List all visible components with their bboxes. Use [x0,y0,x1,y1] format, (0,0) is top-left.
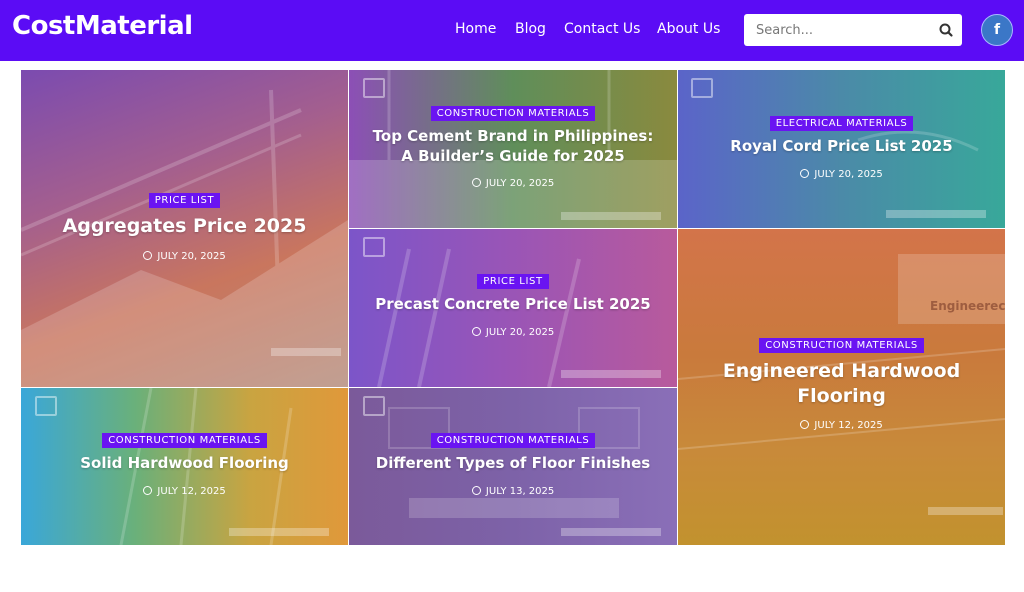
post-card-aggregates[interactable]: PRICE LIST Aggregates Price 2025 JULY 20… [21,70,348,387]
clock-icon [800,420,810,430]
facebook-icon[interactable]: f [981,14,1013,46]
post-date-text: JULY 20, 2025 [485,326,555,338]
post-date: JULY 20, 2025 [678,168,1005,180]
post-date: JULY 20, 2025 [349,178,677,189]
post-date: JULY 20, 2025 [21,250,348,262]
site-header: CostMaterial Home Blog Contact Us About … [0,0,1024,61]
post-card-engineered-hardwood[interactable]: Engineerec CONSTRUCTION MATERIALS Engine… [678,229,1005,545]
nav-about-us[interactable]: About Us [657,21,720,37]
search-icon[interactable] [936,20,956,40]
watermark [561,528,661,536]
post-title[interactable]: Different Types of Floor Finishes [363,454,663,474]
clock-icon [143,250,153,260]
post-card-floor-finishes[interactable]: CONSTRUCTION MATERIALS Different Types o… [349,388,677,545]
post-card-royal-cord[interactable]: ELECTRICAL MATERIALS Royal Cord Price Li… [678,70,1005,228]
post-date: JULY 12, 2025 [21,485,348,497]
post-title[interactable]: Aggregates Price 2025 [35,214,335,239]
post-date-text: JULY 20, 2025 [157,250,226,262]
post-date-text: JULY 12, 2025 [157,485,226,497]
watermark [229,528,329,536]
category-badge[interactable]: PRICE LIST [477,274,549,289]
category-badge[interactable]: CONSTRUCTION MATERIALS [430,433,596,448]
clock-icon [800,168,810,178]
post-card-solid-hardwood[interactable]: CONSTRUCTION MATERIALS Solid Hardwood Fl… [21,388,348,545]
post-title[interactable]: Engineered Hardwood Flooring [722,359,962,408]
post-title[interactable]: Top Cement Brand in Philippines: A Build… [368,127,658,166]
category-badge[interactable]: ELECTRICAL MATERIALS [769,116,914,131]
clock-icon [143,485,153,495]
site-logo[interactable]: CostMaterial [12,11,193,41]
watermark-logo [691,78,713,98]
watermark-logo [363,396,385,416]
post-card-cement[interactable]: CONSTRUCTION MATERIALS Top Cement Brand … [349,70,677,228]
clock-icon [471,485,481,495]
clock-icon [471,178,481,187]
search-box [744,14,962,46]
post-title[interactable]: Solid Hardwood Flooring [35,454,335,474]
watermark [928,507,1003,515]
post-date-text: JULY 20, 2025 [814,168,883,180]
watermark [561,370,661,378]
nav-blog[interactable]: Blog [515,21,546,37]
post-card-precast[interactable]: PRICE LIST Precast Concrete Price List 2… [349,229,677,387]
watermark [561,212,661,220]
search-input[interactable] [744,14,934,46]
post-title[interactable]: Precast Concrete Price List 2025 [363,295,663,315]
category-badge[interactable]: CONSTRUCTION MATERIALS [430,106,596,121]
category-badge[interactable]: PRICE LIST [148,193,221,208]
nav-home[interactable]: Home [455,21,496,37]
watermark [271,348,341,356]
watermark [886,210,986,218]
post-date-text: JULY 12, 2025 [814,420,883,432]
watermark-text: Engineerec [930,299,1005,313]
post-date: JULY 13, 2025 [349,485,677,497]
post-date: JULY 12, 2025 [678,420,1005,431]
post-date-text: JULY 13, 2025 [485,485,555,497]
post-date: JULY 20, 2025 [349,326,677,338]
watermark-logo [363,78,385,98]
watermark-logo [363,237,385,257]
watermark-logo [35,396,57,416]
category-badge[interactable]: CONSTRUCTION MATERIALS [759,338,924,353]
clock-icon [471,326,481,336]
post-date-text: JULY 20, 2025 [485,178,555,189]
post-title[interactable]: Royal Cord Price List 2025 [692,137,992,157]
nav-contact-us[interactable]: Contact Us [564,21,640,37]
category-badge[interactable]: CONSTRUCTION MATERIALS [102,433,267,448]
